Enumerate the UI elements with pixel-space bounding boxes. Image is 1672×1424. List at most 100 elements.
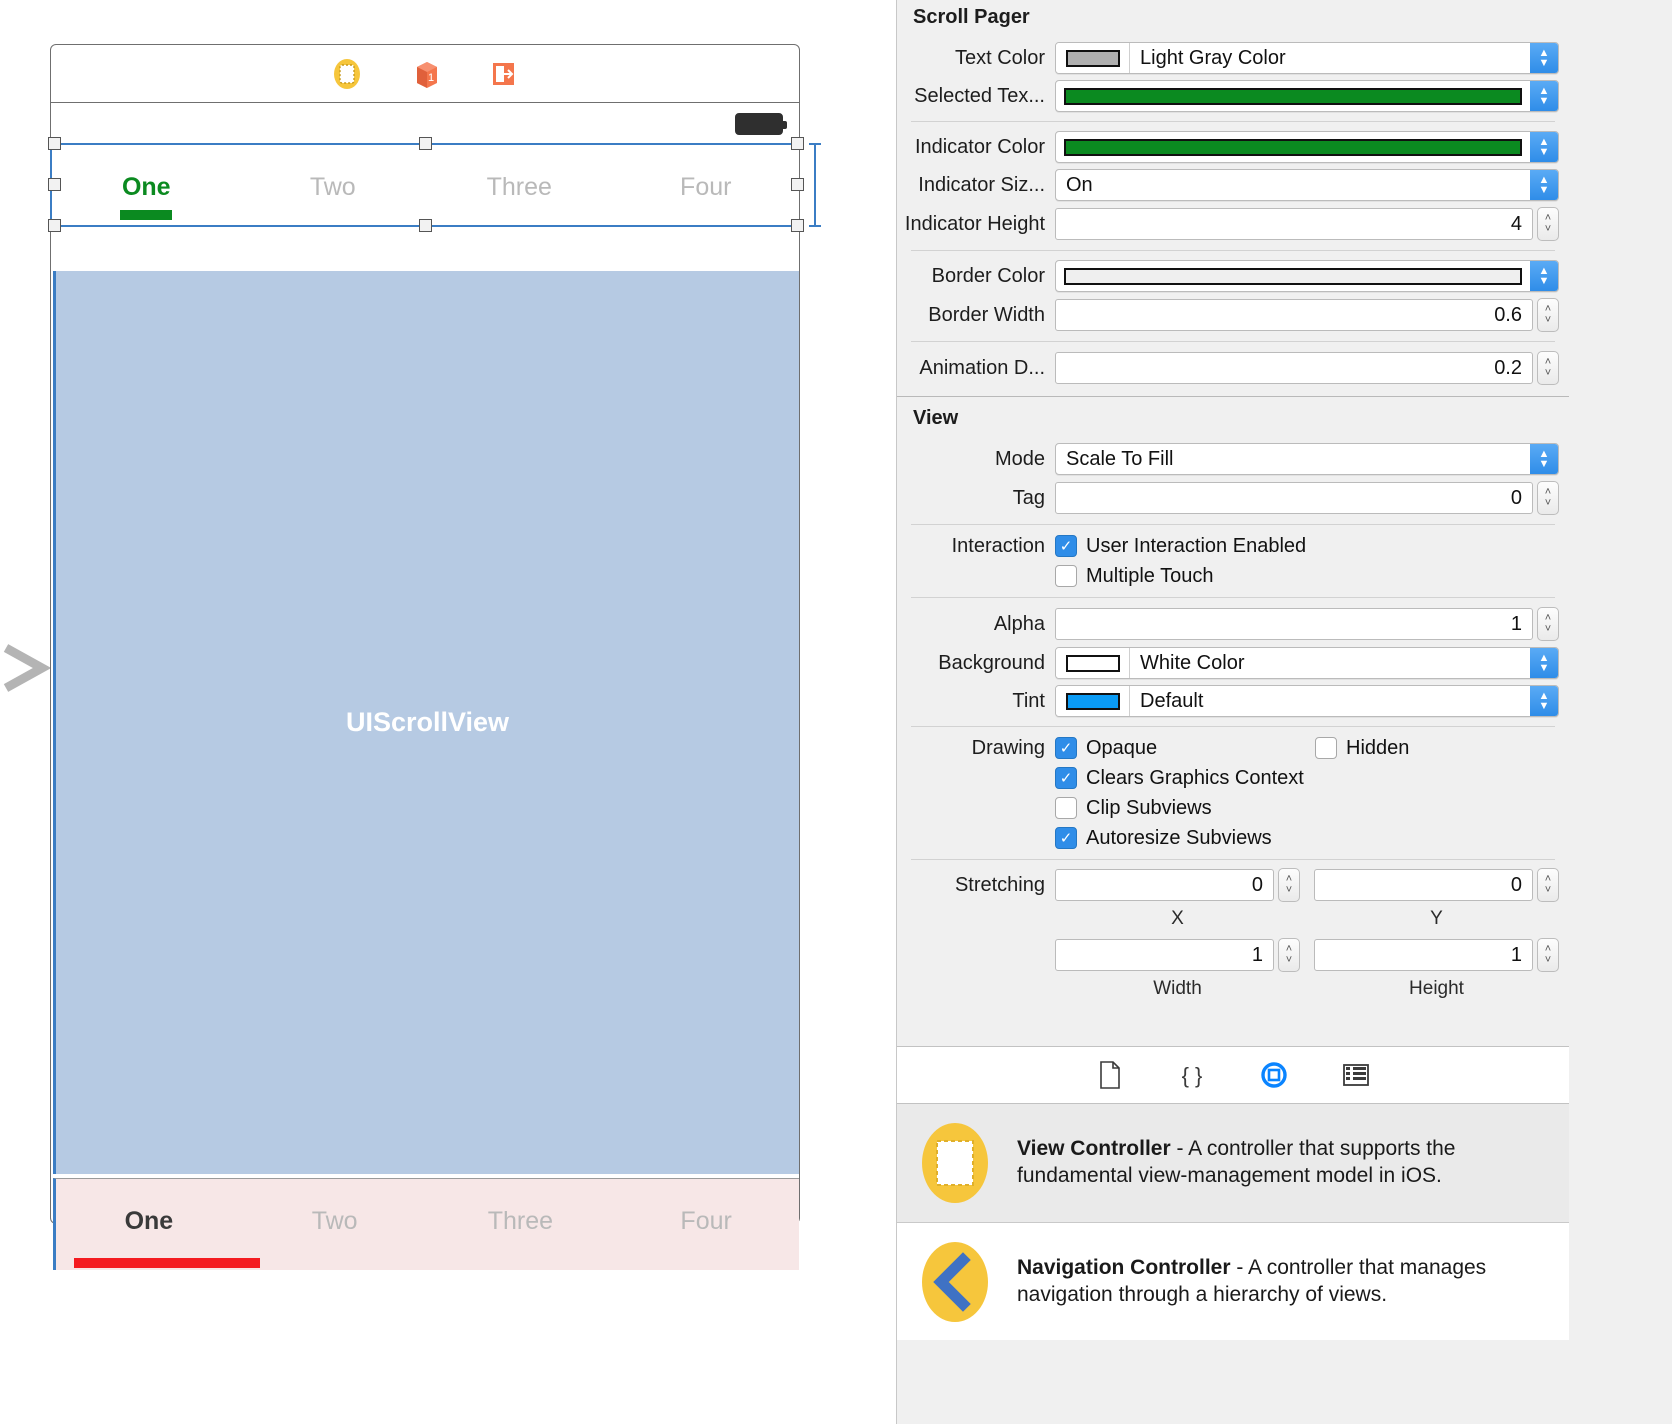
stretching-height-cell[interactable]: 1 ˄ ˅ (1314, 938, 1559, 972)
selection-handle-bl[interactable] (48, 219, 61, 232)
stretching-x-cell[interactable]: 0 ˄ ˅ (1055, 868, 1300, 902)
attributes-inspector[interactable]: Scroll Pager Text Color Light Gray Color… (896, 0, 1672, 1424)
clip-subviews-checkbox[interactable] (1055, 797, 1077, 819)
text-color-stepper[interactable]: ▲ ▼ (1530, 43, 1558, 73)
bottom-pager-tab-three[interactable]: Three (428, 1207, 614, 1236)
row-stretching-wh[interactable]: 1 ˄ ˅ 1 ˄ ˅ (897, 936, 1569, 974)
file-template-library-icon[interactable] (1095, 1060, 1125, 1090)
scene-dock[interactable]: 1 (51, 45, 799, 103)
autoresize-subviews-checkbox[interactable]: ✓ (1055, 827, 1077, 849)
object-library-icon[interactable] (1259, 1060, 1289, 1090)
stretching-width-cell[interactable]: 1 ˄ ˅ (1055, 938, 1300, 972)
row-text-color[interactable]: Text Color Light Gray Color ▲ ▼ (897, 39, 1569, 77)
row-alpha[interactable]: Alpha 1 ˄ ˅ (897, 604, 1569, 644)
animation-duration-stepper[interactable]: ˄ ˅ (1537, 351, 1559, 385)
background-popup[interactable]: White Color ▲ ▼ (1055, 647, 1559, 679)
pager-tab-three[interactable]: Three (426, 173, 613, 202)
tag-stepper[interactable]: ˄ ˅ (1537, 481, 1559, 515)
selection-handle-tl[interactable] (48, 137, 61, 150)
library-item-navigation-controller[interactable]: Navigation Controller - A controller tha… (897, 1222, 1569, 1340)
indicator-color-popup[interactable]: ▲ ▼ (1055, 131, 1559, 163)
row-background[interactable]: Background White Color ▲ ▼ (897, 644, 1569, 682)
stretching-y-input[interactable]: 0 (1314, 869, 1533, 901)
row-stretching-xy[interactable]: Stretching 0 ˄ ˅ 0 ˄ ˅ (897, 866, 1569, 904)
row-mode[interactable]: Mode Scale To Fill ▲ ▼ (897, 440, 1569, 478)
border-width-stepper[interactable]: ˄ ˅ (1537, 298, 1559, 332)
hidden-checkbox-row[interactable]: Hidden (1315, 737, 1409, 760)
multiple-touch-checkbox[interactable] (1055, 565, 1077, 587)
background-stepper[interactable]: ▲ ▼ (1530, 648, 1558, 678)
autoresize-subviews-checkbox-row[interactable]: ✓ Autoresize Subviews (1055, 827, 1272, 850)
view-controller-icon[interactable] (330, 57, 364, 91)
border-width-input[interactable]: 0.6 (1055, 299, 1533, 331)
user-interaction-enabled-checkbox-row[interactable]: ✓ User Interaction Enabled (1055, 535, 1306, 558)
stretching-width-input[interactable]: 1 (1055, 939, 1274, 971)
selection-handle-bc[interactable] (419, 219, 432, 232)
row-clip-subviews[interactable]: Clip Subviews (897, 793, 1569, 823)
opaque-checkbox[interactable]: ✓ (1055, 737, 1077, 759)
mode-stepper[interactable]: ▲ ▼ (1530, 444, 1558, 474)
indicator-height-stepper[interactable]: ˄ ˅ (1537, 207, 1559, 241)
stretching-x-stepper[interactable]: ˄ ˅ (1278, 868, 1300, 902)
user-interaction-enabled-checkbox[interactable]: ✓ (1055, 535, 1077, 557)
row-animation-duration[interactable]: Animation D... 0.2 ˄ ˅ (897, 348, 1569, 388)
selection-handle-tc[interactable] (419, 137, 432, 150)
selection-handle-mr[interactable] (791, 178, 804, 191)
uiscrollview[interactable]: UIScrollView (53, 271, 799, 1174)
library-item-view-controller[interactable]: View Controller - A controller that supp… (897, 1104, 1569, 1222)
clip-subviews-checkbox-row[interactable]: Clip Subviews (1055, 797, 1212, 820)
stretching-height-input[interactable]: 1 (1314, 939, 1533, 971)
pager-tab-two[interactable]: Two (240, 173, 427, 202)
multiple-touch-checkbox-row[interactable]: Multiple Touch (1055, 565, 1213, 588)
tag-input[interactable]: 0 (1055, 482, 1533, 514)
background-swatch-cell[interactable] (1056, 648, 1130, 678)
row-indicator-height[interactable]: Indicator Height 4 ˄ ˅ (897, 204, 1569, 244)
border-color-popup[interactable]: ▲ ▼ (1055, 260, 1559, 292)
pager-tab-one[interactable]: One (53, 173, 240, 220)
exit-icon[interactable] (486, 57, 520, 91)
row-interaction[interactable]: Interaction ✓ User Interaction Enabled (897, 531, 1569, 561)
opaque-checkbox-row[interactable]: ✓ Opaque (1055, 737, 1315, 760)
row-autoresize-subviews[interactable]: ✓ Autoresize Subviews (897, 823, 1569, 853)
clears-graphics-context-checkbox-row[interactable]: ✓ Clears Graphics Context (1055, 767, 1304, 790)
scroll-pager-top[interactable]: One Two Three Four (53, 145, 799, 271)
row-selected-text-color[interactable]: Selected Tex... ▲ ▼ (897, 77, 1569, 115)
row-tag[interactable]: Tag 0 ˄ ˅ (897, 478, 1569, 518)
library-tab-bar[interactable]: { } (897, 1046, 1569, 1104)
text-color-swatch-cell[interactable] (1056, 43, 1130, 73)
tint-popup[interactable]: Default ▲ ▼ (1055, 685, 1559, 717)
row-drawing[interactable]: Drawing ✓ Opaque Hidden (897, 733, 1569, 763)
first-responder-icon[interactable]: 1 (408, 57, 442, 91)
stretching-height-stepper[interactable]: ˄ ˅ (1537, 938, 1559, 972)
hidden-checkbox[interactable] (1315, 737, 1337, 759)
border-color-stepper[interactable]: ▲ ▼ (1530, 261, 1558, 291)
indicator-color-stepper[interactable]: ▲ ▼ (1530, 132, 1558, 162)
row-clears-graphics-context[interactable]: ✓ Clears Graphics Context (897, 763, 1569, 793)
pager-tab-four[interactable]: Four (613, 173, 800, 202)
row-border-width[interactable]: Border Width 0.6 ˄ ˅ (897, 295, 1569, 335)
code-snippet-library-icon[interactable]: { } (1177, 1060, 1207, 1090)
alpha-input[interactable]: 1 (1055, 608, 1533, 640)
stretching-width-stepper[interactable]: ˄ ˅ (1278, 938, 1300, 972)
alpha-stepper[interactable]: ˄ ˅ (1537, 607, 1559, 641)
selected-text-color-stepper[interactable]: ▲ ▼ (1530, 81, 1558, 111)
tint-stepper[interactable]: ▲ ▼ (1530, 686, 1558, 716)
row-tint[interactable]: Tint Default ▲ ▼ (897, 682, 1569, 720)
selection-handle-tr[interactable] (791, 137, 804, 150)
animation-duration-input[interactable]: 0.2 (1055, 352, 1533, 384)
selection-handle-ml[interactable] (48, 178, 61, 191)
inspector-scroll-area[interactable]: Scroll Pager Text Color Light Gray Color… (897, 0, 1569, 1424)
bottom-pager-tab-four[interactable]: Four (613, 1207, 799, 1236)
stretching-y-cell[interactable]: 0 ˄ ˅ (1314, 868, 1559, 902)
stretching-x-input[interactable]: 0 (1055, 869, 1274, 901)
clears-graphics-context-checkbox[interactable]: ✓ (1055, 767, 1077, 789)
row-indicator-color[interactable]: Indicator Color ▲ ▼ (897, 128, 1569, 166)
indicator-size-popup[interactable]: On ▲ ▼ (1055, 169, 1559, 201)
row-border-color[interactable]: Border Color ▲ ▼ (897, 257, 1569, 295)
row-indicator-size[interactable]: Indicator Siz... On ▲ ▼ (897, 166, 1569, 204)
text-color-popup[interactable]: Light Gray Color ▲ ▼ (1055, 42, 1559, 74)
bottom-pager-tab-one[interactable]: One (56, 1207, 242, 1236)
stretching-y-stepper[interactable]: ˄ ˅ (1537, 868, 1559, 902)
bottom-pager-tab-two[interactable]: Two (242, 1207, 428, 1236)
storyboard-canvas[interactable]: 1 One Two Three Four UIScrollView One Tw… (0, 0, 896, 1424)
